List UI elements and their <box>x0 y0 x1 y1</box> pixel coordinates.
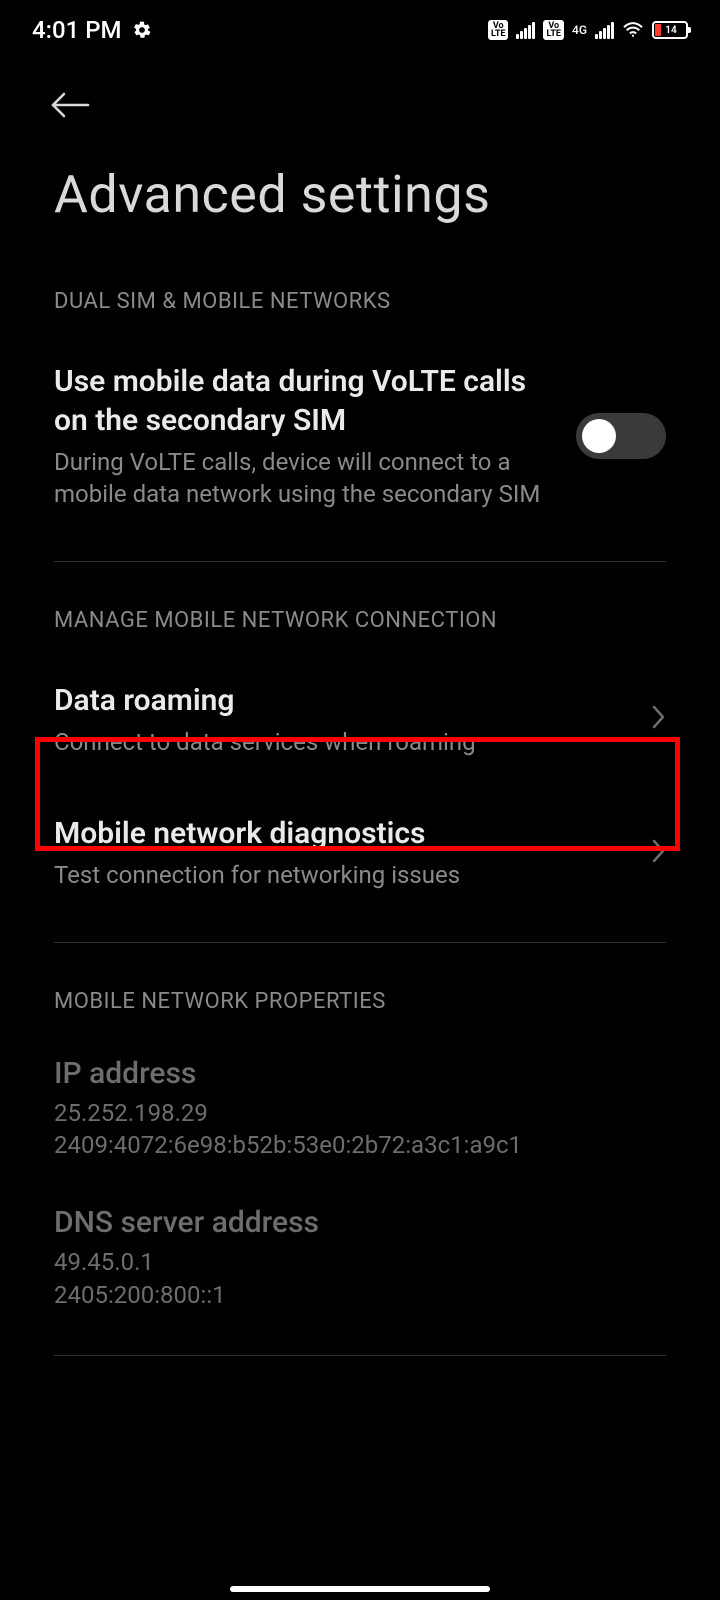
page-title: Advanced settings <box>0 134 720 265</box>
network-type-label: 4G <box>572 25 587 35</box>
back-button[interactable] <box>50 90 90 120</box>
info-value: 49.45.0.1 2405:200:800::1 <box>54 1246 666 1311</box>
chevron-right-icon <box>650 838 666 868</box>
status-left: 4:01 PM <box>32 16 152 44</box>
divider <box>54 1355 666 1356</box>
toolbar <box>0 60 720 134</box>
home-indicator[interactable] <box>230 1586 490 1592</box>
status-bar: 4:01 PM VoLTE VoLTE 4G 14 <box>0 0 720 60</box>
row-title: Mobile network diagnostics <box>54 814 630 853</box>
gear-icon <box>132 20 152 40</box>
wifi-icon <box>622 16 644 44</box>
row-title: Data roaming <box>54 681 630 720</box>
clock-text: 4:01 PM <box>32 16 122 44</box>
divider <box>54 942 666 943</box>
battery-icon: 14 <box>652 21 688 39</box>
toggle-volte-secondary-sim[interactable] <box>576 413 666 459</box>
toggle-knob <box>582 419 616 453</box>
battery-percent: 14 <box>655 25 687 36</box>
signal-icon-1 <box>516 22 535 39</box>
row-dns-address: DNS server address 49.45.0.1 2405:200:80… <box>0 1183 720 1333</box>
volte-icon: VoLTE <box>488 20 509 40</box>
info-value: 25.252.198.29 2409:4072:6e98:b52b:53e0:2… <box>54 1097 666 1162</box>
row-text: Data roaming Connect to data services wh… <box>54 681 630 758</box>
divider <box>54 561 666 562</box>
row-subtitle: Connect to data services when roaming <box>54 726 630 758</box>
info-title: IP address <box>54 1056 666 1091</box>
section-header-dual-sim: DUAL SIM & MOBILE NETWORKS <box>0 265 720 334</box>
row-text: Mobile network diagnostics Test connecti… <box>54 814 630 891</box>
info-title: DNS server address <box>54 1205 666 1240</box>
row-subtitle: Test connection for networking issues <box>54 859 630 891</box>
chevron-right-icon <box>650 704 666 734</box>
row-text: Use mobile data during VoLTE calls on th… <box>54 362 556 511</box>
status-right: VoLTE VoLTE 4G 14 <box>488 16 688 44</box>
volte-icon-2: VoLTE <box>543 20 564 40</box>
row-subtitle: During VoLTE calls, device will connect … <box>54 446 556 511</box>
section-header-properties: MOBILE NETWORK PROPERTIES <box>0 965 720 1034</box>
row-network-diagnostics[interactable]: Mobile network diagnostics Test connecti… <box>0 786 720 919</box>
row-ip-address: IP address 25.252.198.29 2409:4072:6e98:… <box>0 1034 720 1184</box>
row-title: Use mobile data during VoLTE calls on th… <box>54 362 556 440</box>
row-volte-secondary-sim[interactable]: Use mobile data during VoLTE calls on th… <box>0 334 720 539</box>
section-header-manage: MANAGE MOBILE NETWORK CONNECTION <box>0 584 720 653</box>
row-data-roaming[interactable]: Data roaming Connect to data services wh… <box>0 653 720 786</box>
signal-icon-2 <box>595 22 614 39</box>
